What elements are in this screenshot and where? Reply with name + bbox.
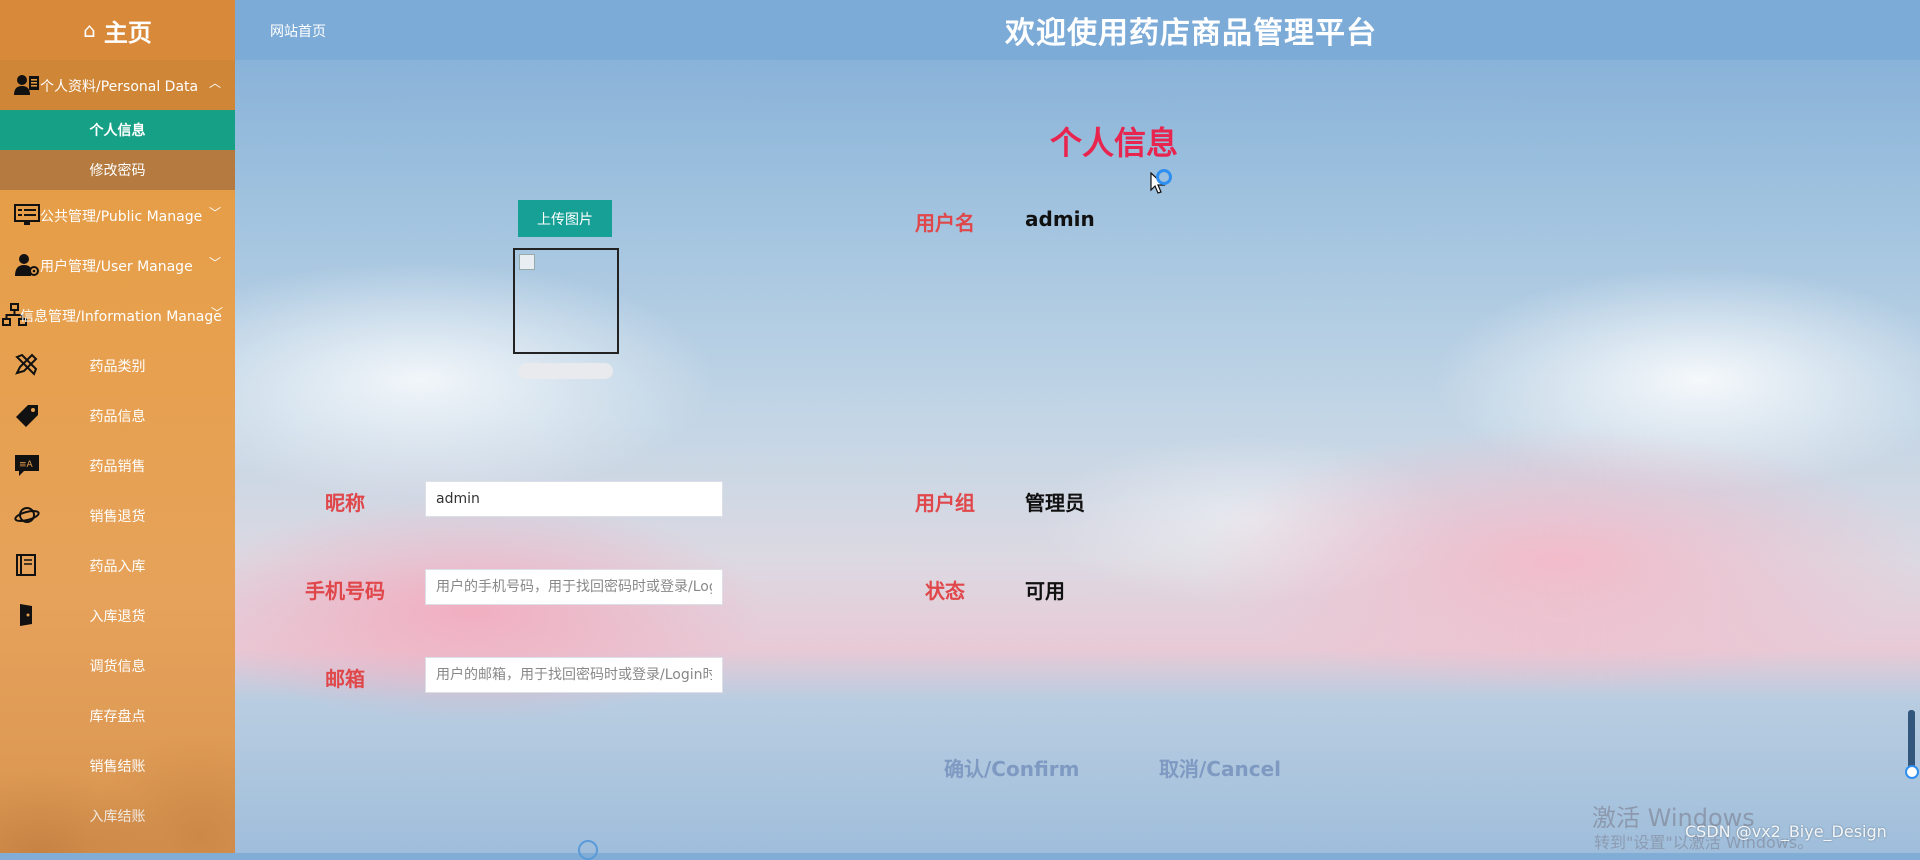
sidebar-item-label: 药品类别 [89, 359, 146, 375]
user-card-icon [14, 75, 39, 95]
usergroup-value: 管理员 [1025, 491, 1085, 515]
monitor-list-icon [14, 204, 40, 225]
csdn-watermark: CSDN @vx2_Biye_Design [1685, 822, 1887, 841]
menu-group-label: 公共管理/Public Manage [40, 209, 203, 225]
loading-spinner-icon [1156, 169, 1172, 185]
sidebar-brand-home[interactable]: ⌂ 主页 [0, 0, 235, 60]
nickname-input[interactable] [425, 481, 723, 517]
menu-group-label: 用户管理/User Manage [40, 259, 193, 275]
email-input[interactable] [425, 657, 723, 693]
sidebar-item-label: 销售退货 [89, 509, 146, 525]
brand-label: 主页 [103, 18, 152, 47]
upload-image-button[interactable]: 上传图片 [518, 200, 612, 237]
usergroup-label: 用户组 [915, 491, 975, 515]
sidebar-item-transfer-info[interactable]: 调货信息 [0, 640, 235, 690]
sidebar-item-label: 药品销售 [89, 459, 146, 475]
sidebar-item-personal-info[interactable]: 个人信息 [0, 110, 235, 150]
menu-group-label: 信息管理/Information Manage [20, 309, 222, 325]
menu-group-information-manage[interactable]: 信息管理/Information Manage ﹀ [0, 290, 235, 340]
menu-group-personal-data[interactable]: 个人资料/Personal Data ︿ [0, 60, 235, 110]
sidebar-item-change-password[interactable]: 修改密码 [0, 150, 235, 190]
user-gear-icon [15, 254, 39, 276]
status-label: 状态 [925, 579, 965, 603]
site-title: 欢迎使用药店商品管理平台 [1005, 16, 1377, 51]
sidebar-item-label: 销售结账 [89, 759, 146, 775]
menu-group-user-manage[interactable]: 用户管理/User Manage ﹀ [0, 240, 235, 290]
page-title: 个人信息 [1050, 124, 1179, 162]
sidebar-item-label: 药品入库 [89, 559, 146, 575]
phone-label: 手机号码 [305, 579, 385, 603]
chevron-up-icon: ︿ [208, 76, 221, 90]
confirm-button[interactable]: 确认/Confirm [938, 752, 1086, 783]
chevron-down-icon: ﹀ [210, 306, 223, 320]
username-label: 用户名 [915, 211, 975, 235]
nickname-label: 昵称 [325, 491, 365, 515]
sidebar-item-inventory-count[interactable]: 库存盘点 [0, 690, 235, 740]
sidebar-item-label: 入库退货 [89, 609, 146, 625]
topbar: 网站首页 欢迎使用药店商品管理平台 [235, 0, 1920, 60]
breadcrumb-home-link[interactable]: 网站首页 [270, 21, 326, 41]
sidebar-item-label: 库存盘点 [89, 709, 146, 725]
home-icon: ⌂ [83, 18, 96, 42]
username-value: admin [1025, 207, 1095, 231]
chevron-down-icon: ﹀ [208, 206, 221, 220]
chevron-down-icon: ﹀ [208, 256, 221, 270]
sidebar-item-label: 药品信息 [89, 409, 146, 425]
cancel-button[interactable]: 取消/Cancel [1153, 752, 1287, 783]
menu-group-public-manage[interactable]: 公共管理/Public Manage ﹀ [0, 190, 235, 240]
upload-progress-bar [518, 363, 613, 379]
avatar-image [513, 248, 619, 354]
sidebar-item-sales-settlement[interactable]: 销售结账 [0, 740, 235, 790]
status-value: 可用 [1025, 579, 1065, 603]
sidebar-item-sales-return[interactable]: 销售退货 [0, 490, 235, 540]
sidebar-item-drug-category[interactable]: 药品类别 [0, 340, 235, 390]
sidebar-item-drug-stock-in[interactable]: 药品入库 [0, 540, 235, 590]
sidebar-item-stock-return[interactable]: 入库退货 [0, 590, 235, 640]
broken-image-icon [519, 254, 535, 270]
sidebar-item-label: 调货信息 [89, 659, 146, 675]
sidebar-item-drug-info[interactable]: 药品信息 [0, 390, 235, 440]
menu-group-label: 个人资料/Personal Data [40, 79, 199, 95]
sidebar-item-label: 入库结账 [89, 809, 146, 825]
scroll-indicator-icon [1905, 765, 1919, 779]
email-label: 邮箱 [325, 667, 365, 691]
sidebar-item-stock-in-settlement[interactable]: 入库结账 [0, 790, 235, 840]
phone-input[interactable] [425, 569, 723, 605]
sidebar-item-drug-sales[interactable]: ≡A 药品销售 [0, 440, 235, 490]
sidebar: ⌂ 主页 个人资料/Personal Data ︿ 个人信息 修改密码 公共管理… [0, 0, 235, 853]
vertical-scrollbar-thumb[interactable] [1908, 710, 1915, 770]
scroll-indicator-icon [578, 840, 598, 860]
